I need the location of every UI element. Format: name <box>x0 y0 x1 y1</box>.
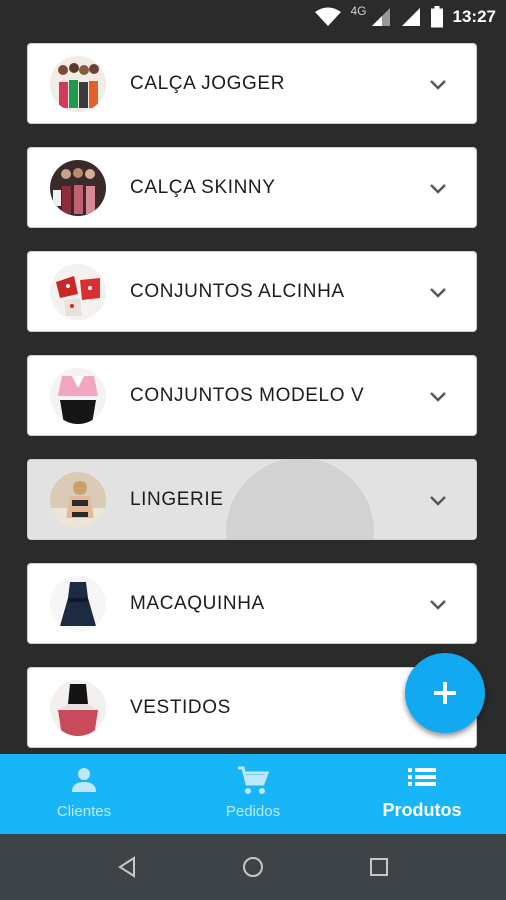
person-icon <box>72 768 96 792</box>
list-icon <box>408 768 436 786</box>
category-label: LINGERIE <box>130 489 224 510</box>
cart-icon <box>238 766 269 794</box>
category-thumbnail <box>50 56 106 112</box>
category-card-macaquinha[interactable]: MACAQUINHA <box>27 563 477 644</box>
chevron-down-icon[interactable] <box>428 387 448 405</box>
tab-label: Clientes <box>56 803 112 820</box>
category-thumbnail <box>50 368 106 424</box>
chevron-down-icon[interactable] <box>428 75 448 93</box>
signal-icon <box>371 8 390 26</box>
category-label: VESTIDOS <box>130 697 231 718</box>
signal-icon <box>401 8 420 26</box>
network-type: 4G <box>350 4 367 18</box>
home-icon[interactable] <box>242 856 264 878</box>
clock: 13:27 <box>452 7 496 26</box>
category-thumbnail <box>50 576 106 632</box>
tab-label: Produtos <box>382 800 462 820</box>
category-label: MACAQUINHA <box>130 593 265 614</box>
bottom-navigation: Clientes Pedidos Produtos <box>0 754 506 834</box>
category-label: CALÇA SKINNY <box>130 177 276 198</box>
category-card-calca-skinny[interactable]: CALÇA SKINNY <box>27 147 477 228</box>
chevron-down-icon[interactable] <box>428 491 448 509</box>
chevron-down-icon[interactable] <box>428 283 448 301</box>
category-list: CALÇA JOGGER CALÇA SKINNY CONJUNTOS ALCI… <box>27 43 479 771</box>
category-thumbnail <box>50 264 106 320</box>
back-icon[interactable] <box>116 856 138 878</box>
chevron-down-icon[interactable] <box>428 595 448 613</box>
plus-icon <box>434 682 456 704</box>
category-thumbnail <box>50 680 106 736</box>
recents-icon[interactable] <box>369 857 389 877</box>
chevron-down-icon[interactable] <box>428 179 448 197</box>
status-bar: 4G 13:27 <box>0 0 506 34</box>
touch-ripple <box>226 460 374 539</box>
category-card-conjuntos-alcinha[interactable]: CONJUNTOS ALCINHA <box>27 251 477 332</box>
tab-label: Pedidos <box>225 803 281 820</box>
tab-pedidos[interactable]: Pedidos <box>169 754 337 834</box>
system-navigation-bar <box>0 834 506 900</box>
category-label: CALÇA JOGGER <box>130 73 286 94</box>
battery-icon <box>430 6 443 28</box>
category-card-conjuntos-modelo-v[interactable]: CONJUNTOS MODELO V <box>27 355 477 436</box>
category-label: CONJUNTOS MODELO V <box>130 385 365 406</box>
category-label: CONJUNTOS ALCINHA <box>130 281 345 302</box>
add-product-button[interactable] <box>405 653 485 733</box>
category-thumbnail <box>50 160 106 216</box>
tab-clientes[interactable]: Clientes <box>0 754 168 834</box>
category-thumbnail <box>50 472 106 528</box>
wifi-icon <box>314 7 341 26</box>
tab-produtos[interactable]: Produtos <box>338 754 506 834</box>
category-card-calca-jogger[interactable]: CALÇA JOGGER <box>27 43 477 124</box>
category-card-lingerie[interactable]: LINGERIE <box>27 459 477 540</box>
